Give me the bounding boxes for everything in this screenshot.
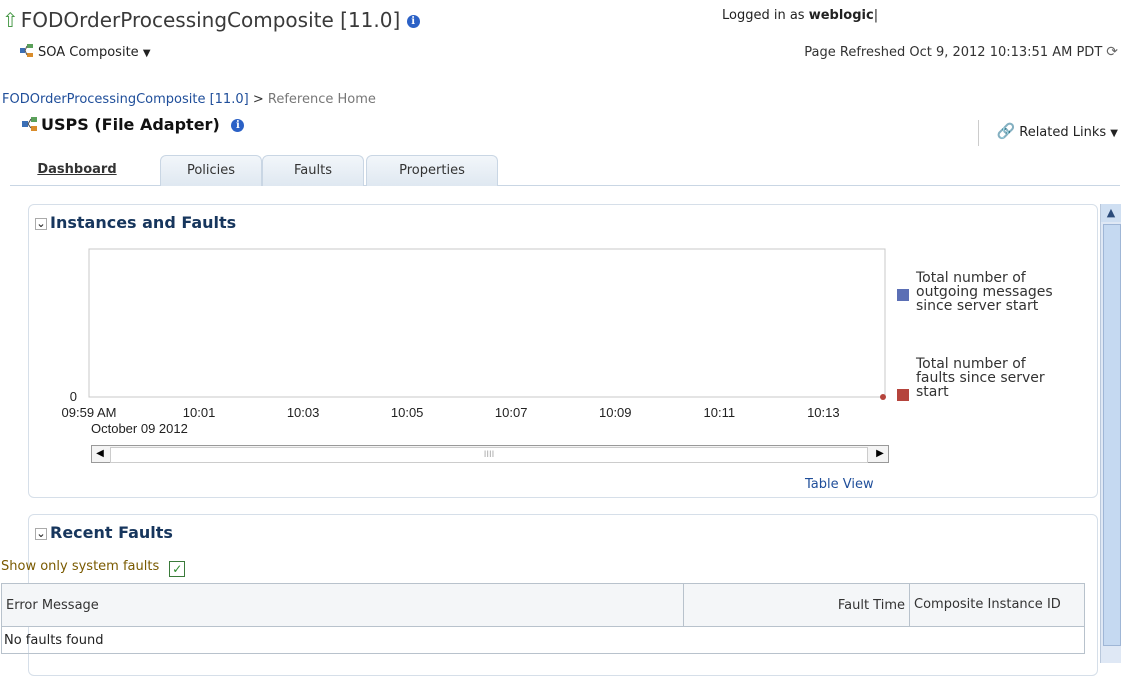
x-tick-label: 10:11 <box>704 405 736 420</box>
reference-title-text: USPS (File Adapter) <box>41 115 220 134</box>
refresh-text: Page Refreshed Oct 9, 2012 10:13:51 AM P… <box>804 45 1103 60</box>
reference-icon <box>22 117 37 131</box>
tab-bar: Dashboard Policies Faults Properties <box>10 155 1120 186</box>
instances-faults-panel: ⌄ Instances and Faults 09:59 AM 10:01 10:03… <box>28 204 1098 498</box>
plot-area <box>88 248 886 398</box>
x-date-label: October 09 2012 <box>91 421 188 436</box>
tab-policies[interactable]: Policies <box>160 155 262 186</box>
y-tick-label: 0 <box>70 389 77 404</box>
faults-table: Error Message Fault Time Composite Insta… <box>1 583 1085 654</box>
breadcrumb-separator: > <box>252 92 264 107</box>
info-icon[interactable]: i <box>231 119 245 132</box>
up-arrow-icon[interactable]: ⇧ <box>2 8 19 32</box>
chevron-down-icon: ▼ <box>1110 128 1118 139</box>
breadcrumb-current: Reference Home <box>267 92 376 107</box>
x-tick-label: 10:13 <box>807 405 840 420</box>
info-icon[interactable]: i <box>406 15 420 28</box>
tab-properties[interactable]: Properties <box>366 155 498 186</box>
recent-faults-header[interactable]: ⌄ Recent Faults <box>35 523 173 542</box>
breadcrumb: FODOrderProcessingComposite [11.0] > Ref… <box>2 92 376 107</box>
breadcrumb-composite-link[interactable]: FODOrderProcessingComposite [11.0] <box>2 92 249 107</box>
chart-horizontal-scrollbar[interactable]: ◀ IIII ▶ <box>91 445 889 463</box>
column-fault-time[interactable]: Fault Time <box>683 583 910 627</box>
table-row: No faults found <box>1 626 1085 654</box>
scroll-right-arrow-icon[interactable]: ▶ <box>872 446 888 462</box>
tab-faults[interactable]: Faults <box>262 155 364 186</box>
page-vertical-scrollbar[interactable]: ▲ <box>1100 204 1121 663</box>
legend-label: Total number of faults since server star… <box>916 356 1045 400</box>
refresh-icon[interactable]: ⟳ <box>1106 44 1118 60</box>
app-title-text: FODOrderProcessingComposite [11.0] <box>20 8 401 32</box>
scroll-thumb[interactable] <box>1103 224 1121 646</box>
composite-icon <box>20 44 33 57</box>
legend-swatch <box>897 289 909 301</box>
instances-chart: 09:59 AM 10:01 10:03 10:05 10:07 10:09 10:11 10… <box>62 248 886 436</box>
login-prefix: Logged in as <box>722 8 805 23</box>
recent-faults-title: Recent Faults <box>50 523 173 542</box>
x-tick-label: 10:05 <box>391 405 424 420</box>
page-title: USPS (File Adapter) i <box>22 115 245 134</box>
x-tick-label: 10:07 <box>495 405 528 420</box>
tab-dashboard[interactable]: Dashboard <box>22 155 132 185</box>
x-tick-label: 10:09 <box>599 405 632 420</box>
empty-message: No faults found <box>1 626 1085 654</box>
soa-composite-menu[interactable]: SOA Composite ▼ <box>20 44 151 60</box>
collapse-icon[interactable]: ⌄ <box>35 528 47 540</box>
related-links-label: Related Links <box>1019 125 1107 140</box>
paperclip-icon: 🔗 <box>996 122 1016 140</box>
x-tick-label: 10:01 <box>183 405 216 420</box>
table-view-link[interactable]: Table View <box>805 477 874 492</box>
column-composite-instance-id[interactable]: Composite Instance ID <box>909 583 1085 627</box>
recent-faults-panel: ⌄ Recent Faults Show only system faults ✓ … <box>1 514 1098 676</box>
x-tick-label: 10:03 <box>287 405 320 420</box>
login-separator: | <box>873 8 879 23</box>
system-faults-filter: Show only system faults ✓ <box>1 559 186 577</box>
system-faults-checkbox[interactable]: ✓ <box>169 561 186 577</box>
legend-label: Total number of outgoing messages since … <box>916 270 1053 314</box>
system-faults-label: Show only system faults <box>1 559 160 574</box>
chevron-down-icon: ▼ <box>142 48 151 59</box>
scroll-thumb[interactable]: IIII <box>110 447 868 463</box>
data-point <box>880 394 886 400</box>
login-user[interactable]: weblogic <box>809 8 874 23</box>
page-refreshed: Page Refreshed Oct 9, 2012 10:13:51 AM P… <box>804 44 1118 60</box>
app-title: ⇧ FODOrderProcessingComposite [11.0] i <box>2 8 420 32</box>
legend-swatch <box>897 389 909 401</box>
scroll-up-arrow-icon[interactable]: ▲ <box>1101 204 1121 222</box>
table-header-row: Error Message Fault Time Composite Insta… <box>1 583 1085 627</box>
column-error-message[interactable]: Error Message <box>1 583 684 627</box>
x-tick-label: 09:59 AM <box>62 405 117 420</box>
soa-composite-label: SOA Composite <box>38 45 139 60</box>
scroll-left-arrow-icon[interactable]: ◀ <box>92 446 108 462</box>
login-status: Logged in as weblogic| <box>722 8 878 23</box>
related-links-menu[interactable]: 🔗 Related Links ▼ <box>977 120 1118 146</box>
